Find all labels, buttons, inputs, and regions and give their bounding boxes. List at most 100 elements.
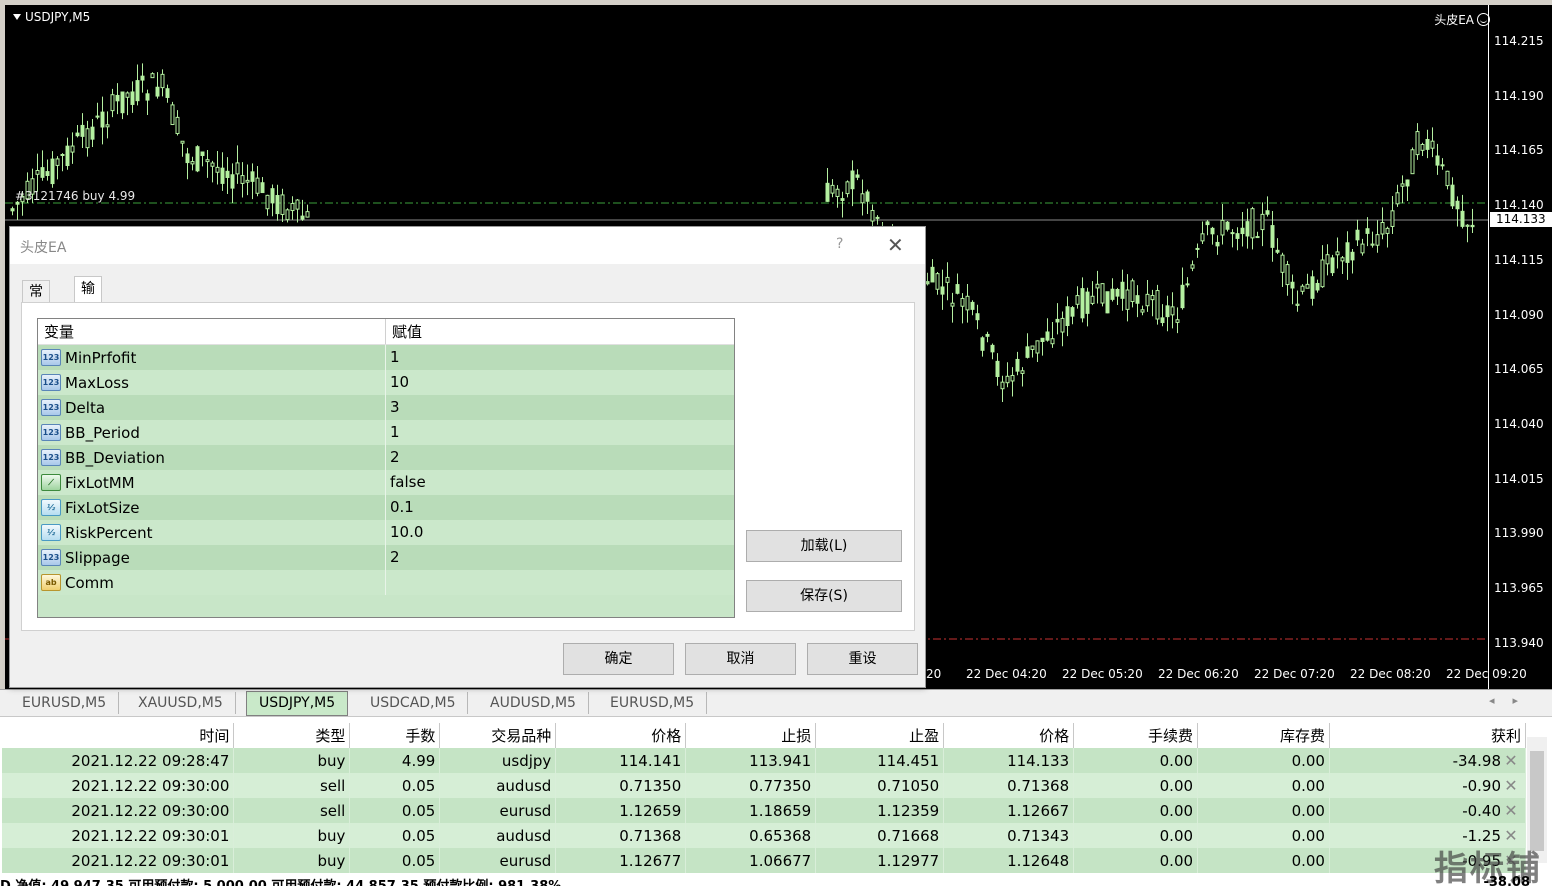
param-row[interactable]: ½ RiskPercent 10.0: [38, 520, 734, 545]
trades-header-row: 时间 类型 手数 交易品种 价格 止损 止盈 价格 手续费 库存费 获利: [2, 723, 1527, 748]
candle-body: [160, 73, 165, 89]
tab-eurusd-m5-2[interactable]: EURUSD,M5: [598, 692, 708, 714]
param-value[interactable]: false: [386, 470, 734, 495]
candle-body: [1095, 283, 1100, 289]
param-row[interactable]: 123 Slippage 2: [38, 545, 734, 570]
col-header-time[interactable]: 时间: [2, 723, 235, 748]
price-tick-label: 114.065: [1494, 362, 1544, 377]
candle-body: [270, 188, 275, 204]
chart-menu-triangle-icon[interactable]: [13, 14, 21, 20]
param-name-cell[interactable]: ½ RiskPercent: [38, 520, 386, 545]
save-button[interactable]: 保存(S): [746, 580, 902, 612]
col-header-take-profit[interactable]: 止盈: [815, 723, 945, 748]
close-order-icon[interactable]: ✕: [1501, 751, 1521, 770]
reset-button[interactable]: 重设: [807, 643, 918, 675]
price-tick-label: 114.090: [1494, 307, 1544, 322]
close-order-icon[interactable]: ✕: [1501, 801, 1521, 820]
candle-body: [1185, 283, 1190, 286]
close-order-icon[interactable]: ✕: [1501, 776, 1521, 795]
param-row[interactable]: ½ FixLotSize 0.1: [38, 495, 734, 520]
col-header-variable[interactable]: 变量: [38, 319, 386, 344]
candle-body: [840, 198, 845, 201]
tab-eurusd-m5[interactable]: EURUSD,M5: [10, 692, 120, 714]
candle-body: [1390, 210, 1395, 227]
param-name-cell[interactable]: ab Comm: [38, 570, 386, 595]
col-header-value[interactable]: 赋值: [386, 319, 734, 344]
param-type-dbl-icon: ½: [41, 499, 61, 516]
cancel-button[interactable]: 取消: [685, 643, 796, 675]
tab-usdjpy-m5[interactable]: USDJPY,M5: [246, 691, 349, 716]
param-row[interactable]: 123 BB_Deviation 2: [38, 445, 734, 470]
trade-cell: 2021.12.22 09:30:01: [2, 823, 235, 848]
ok-button[interactable]: 确定: [563, 643, 674, 675]
dialog-titlebar[interactable]: 头皮EA ? ✕: [10, 227, 925, 264]
param-value[interactable]: 2: [386, 545, 734, 570]
param-row[interactable]: ab Comm: [38, 570, 734, 595]
time-tick-label: 22 Dec 09:20: [1446, 667, 1527, 681]
param-name-cell[interactable]: ⟋ FixLotMM: [38, 470, 386, 495]
trade-cell: 0.00: [1073, 748, 1199, 773]
col-header-swap[interactable]: 库存费: [1197, 723, 1330, 748]
total-profit: -38.08: [1483, 875, 1530, 886]
col-header-open-price[interactable]: 价格: [555, 723, 687, 748]
col-header-volume[interactable]: 手数: [349, 723, 441, 748]
param-name-cell[interactable]: 123 BB_Deviation: [38, 445, 386, 470]
param-value[interactable]: 1: [386, 420, 734, 445]
candle-body: [1200, 233, 1205, 242]
col-header-type[interactable]: 类型: [233, 723, 351, 748]
param-name-cell[interactable]: ½ FixLotSize: [38, 495, 386, 520]
trades-scrollbar-thumb[interactable]: [1530, 751, 1544, 851]
param-type-int-icon: 123: [41, 349, 61, 366]
chart-title[interactable]: USDJPY,M5: [13, 10, 90, 24]
param-value[interactable]: 0.1: [386, 495, 734, 520]
candle-body: [1460, 210, 1465, 227]
candle-body: [130, 91, 135, 105]
trade-row[interactable]: 2021.12.22 09:28:47 buy 4.99 usdjpy 114.141 1…: [2, 748, 1527, 773]
trade-cell: 1.12659: [555, 798, 687, 823]
trade-row[interactable]: 2021.12.22 09:30:01 buy 0.05 audusd 0.71368 0…: [2, 823, 1527, 848]
tab-scroll-right-icon[interactable]: ▸: [1512, 694, 1536, 707]
tab-scroll-arrows[interactable]: ◂▸: [1489, 694, 1536, 707]
candle-body: [1335, 251, 1340, 256]
candle-body: [855, 174, 860, 178]
trade-cell: 0.71343: [943, 823, 1075, 848]
expert-advisor-label[interactable]: 头皮EA: [1434, 11, 1490, 28]
param-name-cell[interactable]: 123 MaxLoss: [38, 370, 386, 395]
param-row[interactable]: 123 Delta 3: [38, 395, 734, 420]
tab-xauusd-m5[interactable]: XAUUSD,M5: [126, 692, 236, 714]
trade-row[interactable]: 2021.12.22 09:30:01 buy 0.05 eurusd 1.12677 1…: [2, 848, 1527, 873]
col-header-profit[interactable]: 获利: [1329, 723, 1527, 748]
col-header-stop-loss[interactable]: 止损: [685, 723, 817, 748]
trade-row[interactable]: 2021.12.22 09:30:00 sell 0.05 audusd 0.71350…: [2, 773, 1527, 798]
price-tick-label: 114.190: [1494, 88, 1544, 103]
param-value[interactable]: 2: [386, 445, 734, 470]
load-button[interactable]: 加载(L): [746, 530, 902, 562]
param-type-int-icon: 123: [41, 424, 61, 441]
tab-common[interactable]: 常用: [22, 280, 50, 322]
param-row[interactable]: ⟋ FixLotMM false: [38, 470, 734, 495]
param-value[interactable]: [386, 570, 734, 595]
param-row[interactable]: 123 MinPrfofit 1: [38, 345, 734, 370]
param-value[interactable]: 3: [386, 395, 734, 420]
candle-body: [285, 209, 290, 221]
param-value[interactable]: 1: [386, 345, 734, 370]
tab-scroll-left-icon[interactable]: ◂: [1489, 694, 1513, 707]
tab-usdcad-m5[interactable]: USDCAD,M5: [358, 692, 469, 714]
help-icon[interactable]: ?: [836, 236, 843, 252]
col-header-symbol[interactable]: 交易品种: [439, 723, 557, 748]
param-name-cell[interactable]: 123 MinPrfofit: [38, 345, 386, 370]
tab-audusd-m5[interactable]: AUDUSD,M5: [478, 692, 589, 714]
col-header-current-price[interactable]: 价格: [943, 723, 1075, 748]
param-row[interactable]: 123 MaxLoss 10: [38, 370, 734, 395]
param-value[interactable]: 10: [386, 370, 734, 395]
param-value[interactable]: 10.0: [386, 520, 734, 545]
col-header-commission[interactable]: 手续费: [1073, 723, 1199, 748]
candle-body: [240, 175, 245, 184]
trade-row[interactable]: 2021.12.22 09:30:00 sell 0.05 eurusd 1.12659…: [2, 798, 1527, 823]
tab-input-parameters[interactable]: 输入参数: [74, 276, 102, 369]
param-row[interactable]: 123 BB_Period 1: [38, 420, 734, 445]
close-icon[interactable]: ✕: [887, 233, 904, 257]
param-name-cell[interactable]: 123 Slippage: [38, 545, 386, 570]
param-name-cell[interactable]: 123 BB_Period: [38, 420, 386, 445]
param-name-cell[interactable]: 123 Delta: [38, 395, 386, 420]
